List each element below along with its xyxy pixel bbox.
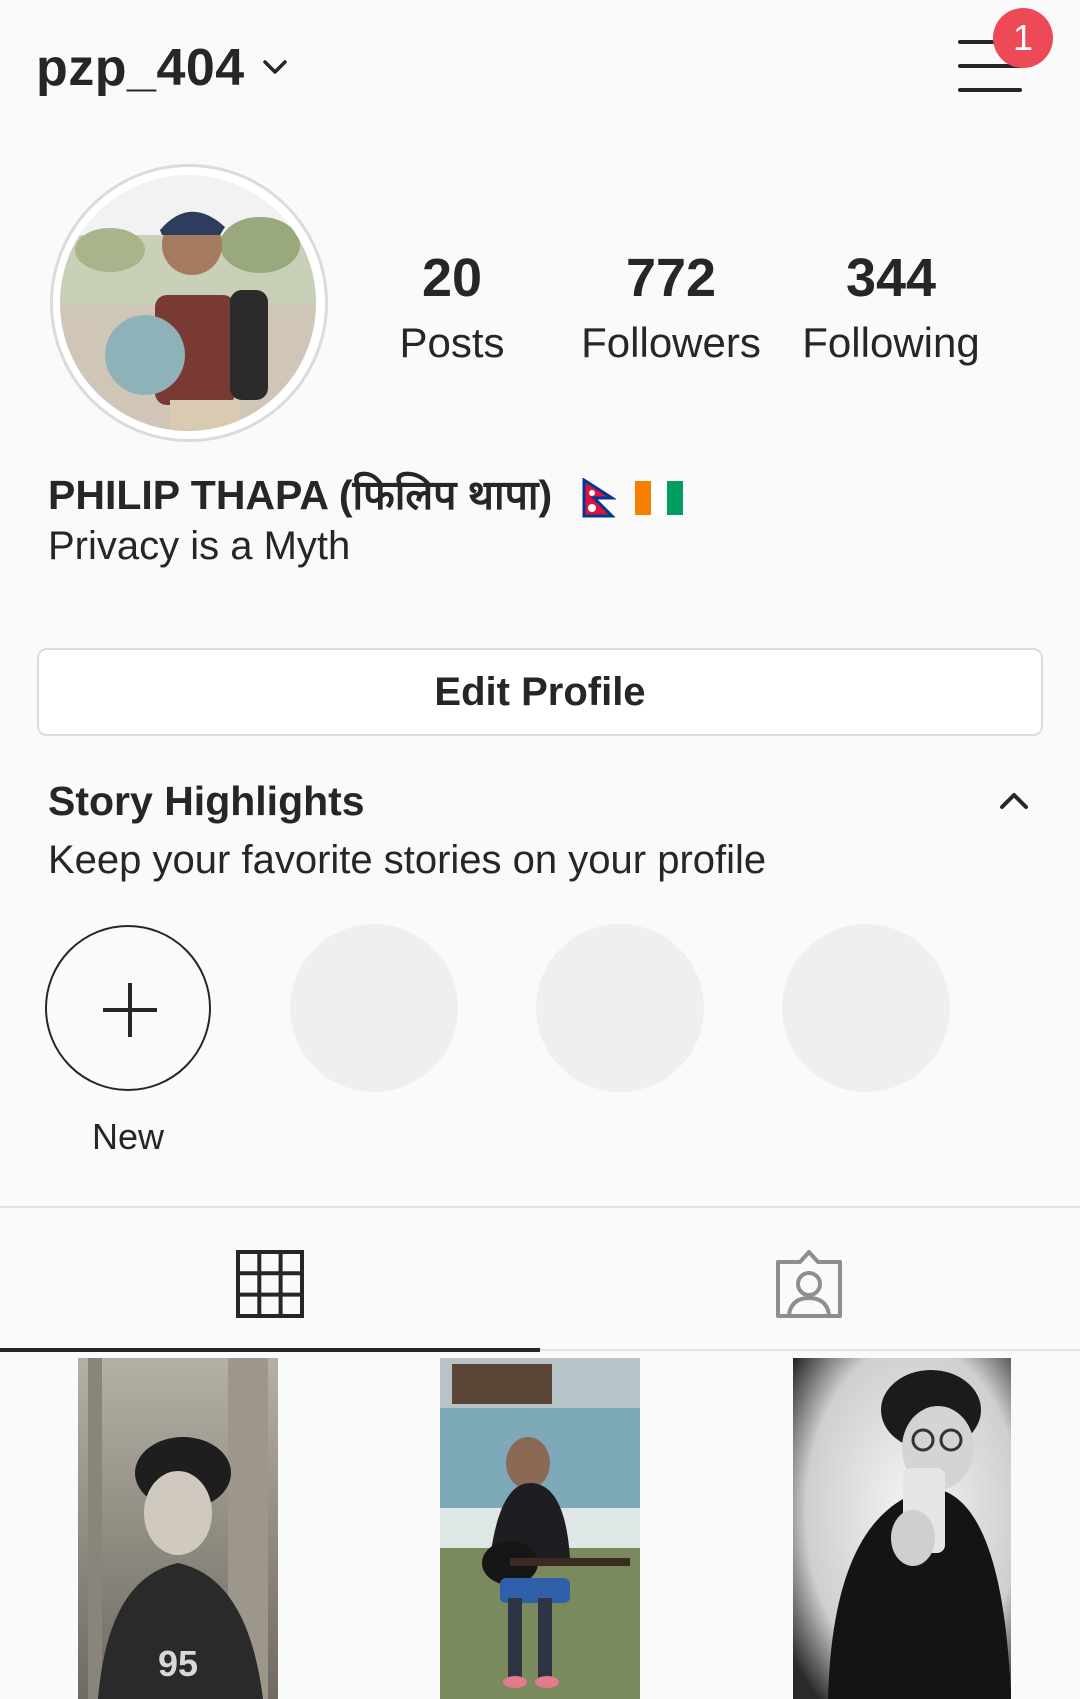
posts-stat[interactable]: 20 Posts [352, 248, 552, 378]
flag-cote-divoire-icon [635, 481, 683, 516]
active-tab-indicator [0, 1348, 540, 1352]
new-highlight-label: New [91, 1116, 165, 1157]
post-thumbnail[interactable] [440, 1358, 640, 1699]
posts-label: Posts [399, 319, 505, 366]
full-name: PHILIP THAPA (फिलिप थापा) [48, 466, 683, 522]
followers-stat[interactable]: 772 Followers [571, 248, 771, 378]
edit-profile-button[interactable]: Edit Profile [37, 648, 1043, 736]
new-highlight-button[interactable] [45, 925, 211, 1091]
notification-badge: 1 [993, 8, 1053, 68]
highlights-subtitle: Keep your favorite stories on your profi… [48, 838, 767, 882]
highlights-title: Story Highlights [48, 778, 365, 824]
svg-text:95: 95 [158, 1643, 198, 1684]
full-name-text: PHILIP THAPA (फिलिप थापा) [48, 472, 553, 518]
following-stat[interactable]: 344 Following [791, 248, 991, 378]
post-thumbnail[interactable]: 95 [78, 1358, 278, 1699]
highlight-placeholder [782, 924, 950, 1092]
username-switcher[interactable]: pzp_404 [36, 38, 245, 98]
bio: Privacy is a Myth [48, 524, 351, 568]
chevron-up-icon[interactable] [998, 788, 1030, 812]
post-thumbnail[interactable] [793, 1358, 1011, 1699]
avatar[interactable] [60, 175, 316, 431]
tagged-icon[interactable] [774, 1248, 844, 1320]
flag-nepal-icon [582, 478, 616, 518]
following-count: 344 [845, 248, 937, 308]
followers-label: Followers [581, 319, 761, 366]
posts-count: 20 [421, 248, 483, 308]
highlight-placeholder [536, 924, 704, 1092]
highlight-placeholder [290, 924, 458, 1092]
followers-count: 772 [625, 248, 717, 308]
top-bar: pzp_404 1 [0, 0, 1080, 140]
grid-icon[interactable] [236, 1250, 304, 1318]
following-label: Following [802, 319, 980, 366]
chevron-down-icon[interactable] [262, 58, 288, 76]
profile-tabs [0, 1206, 1080, 1351]
avatar-photo [60, 175, 316, 431]
